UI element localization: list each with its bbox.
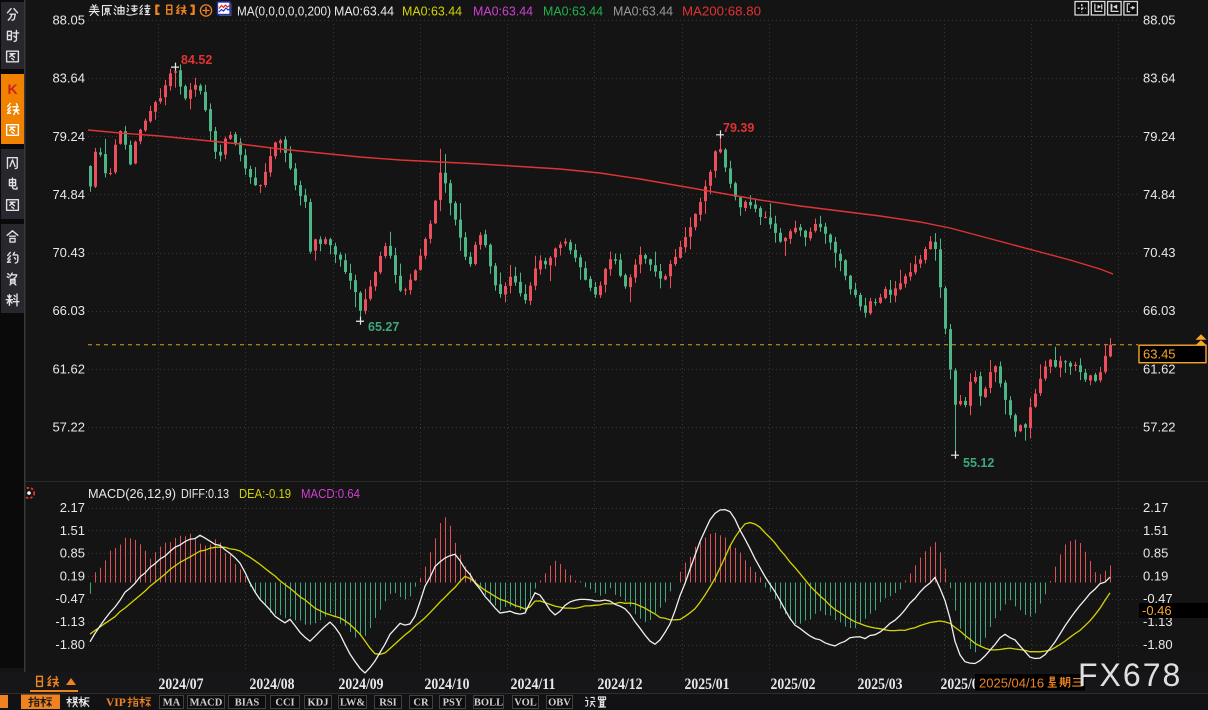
svg-text:VIP: VIP: [106, 697, 126, 709]
svg-text:74.84: 74.84: [1143, 187, 1176, 202]
svg-text:0.85: 0.85: [1143, 546, 1168, 561]
svg-text:FX678: FX678: [1078, 657, 1182, 693]
svg-text:MA200:68.80: MA200:68.80: [682, 4, 761, 19]
svg-text:65.27: 65.27: [368, 320, 399, 334]
svg-text:79.24: 79.24: [1143, 129, 1176, 144]
svg-text:PSY: PSY: [443, 698, 463, 709]
svg-text:66.03: 66.03: [52, 303, 85, 318]
svg-text:0.19: 0.19: [1143, 568, 1168, 583]
svg-text:84.52: 84.52: [181, 53, 212, 67]
svg-text:MACD:0.64: MACD:0.64: [301, 486, 360, 501]
svg-text:2024/10: 2024/10: [425, 676, 470, 693]
svg-text:1.51: 1.51: [1143, 523, 1168, 538]
svg-text:2024/07: 2024/07: [159, 676, 204, 693]
svg-text:LW&: LW&: [340, 698, 366, 709]
svg-text:MA0:63.44: MA0:63.44: [613, 4, 673, 19]
svg-text:88.05: 88.05: [1143, 13, 1176, 28]
svg-text:1.51: 1.51: [60, 523, 85, 538]
svg-text:MA: MA: [163, 698, 181, 709]
svg-text:2025/01: 2025/01: [685, 676, 730, 693]
svg-text:MA(0,0,0,0,0,200): MA(0,0,0,0,0,200): [237, 4, 331, 19]
svg-text:79.39: 79.39: [723, 121, 754, 135]
svg-text:VOL: VOL: [514, 698, 537, 709]
svg-text:RSI: RSI: [379, 698, 397, 709]
svg-text:2025/02: 2025/02: [771, 676, 816, 693]
svg-text:CCI: CCI: [275, 698, 294, 709]
svg-text:83.64: 83.64: [52, 71, 85, 86]
svg-text:57.22: 57.22: [1143, 419, 1176, 434]
svg-text:88.05: 88.05: [52, 13, 85, 28]
svg-text:-0.47: -0.47: [55, 591, 85, 606]
svg-text:OBV: OBV: [548, 698, 571, 709]
svg-text:-0.46: -0.46: [1142, 603, 1172, 618]
svg-text:BOLL: BOLL: [474, 698, 503, 709]
svg-text:-1.80: -1.80: [55, 637, 85, 652]
svg-text:2024/12: 2024/12: [598, 676, 643, 693]
svg-text:0.19: 0.19: [60, 568, 85, 583]
svg-text:61.62: 61.62: [1143, 361, 1176, 376]
svg-text:2025/04/16: 2025/04/16: [979, 676, 1044, 691]
svg-text:61.62: 61.62: [52, 361, 85, 376]
svg-text:2025/03: 2025/03: [858, 676, 903, 693]
svg-text:MA0:63.44: MA0:63.44: [334, 4, 394, 19]
svg-text:2.17: 2.17: [60, 500, 85, 515]
svg-text:2024/08: 2024/08: [250, 676, 295, 693]
svg-text:2.17: 2.17: [1143, 500, 1168, 515]
svg-text:2024/09: 2024/09: [339, 676, 384, 693]
svg-text:MA0:63.44: MA0:63.44: [402, 4, 462, 19]
svg-text:-1.80: -1.80: [1143, 637, 1173, 652]
svg-text:55.12: 55.12: [963, 456, 994, 470]
svg-text:79.24: 79.24: [52, 129, 85, 144]
svg-text:DEA:-0.19: DEA:-0.19: [239, 486, 291, 501]
svg-text:MA0:63.44: MA0:63.44: [543, 4, 603, 19]
svg-text:KDJ: KDJ: [308, 698, 329, 709]
svg-text:0.85: 0.85: [60, 546, 85, 561]
svg-text:83.64: 83.64: [1143, 71, 1176, 86]
svg-text:70.43: 70.43: [1143, 245, 1176, 260]
svg-text:MA0:63.44: MA0:63.44: [473, 4, 533, 19]
svg-text:63.45: 63.45: [1143, 347, 1176, 362]
svg-text:70.43: 70.43: [52, 245, 85, 260]
svg-text:K: K: [7, 81, 17, 97]
svg-text:57.22: 57.22: [52, 419, 85, 434]
svg-text:-1.13: -1.13: [55, 614, 85, 629]
svg-text:DIFF:0.13: DIFF:0.13: [181, 486, 229, 501]
svg-text:BIAS: BIAS: [235, 698, 260, 709]
svg-text:2024/11: 2024/11: [511, 676, 556, 693]
svg-text:MACD(26,12,9): MACD(26,12,9): [88, 486, 176, 501]
svg-text:CR: CR: [413, 698, 429, 709]
svg-text:74.84: 74.84: [52, 187, 85, 202]
svg-text:MACD: MACD: [190, 698, 223, 709]
svg-text:66.03: 66.03: [1143, 303, 1176, 318]
